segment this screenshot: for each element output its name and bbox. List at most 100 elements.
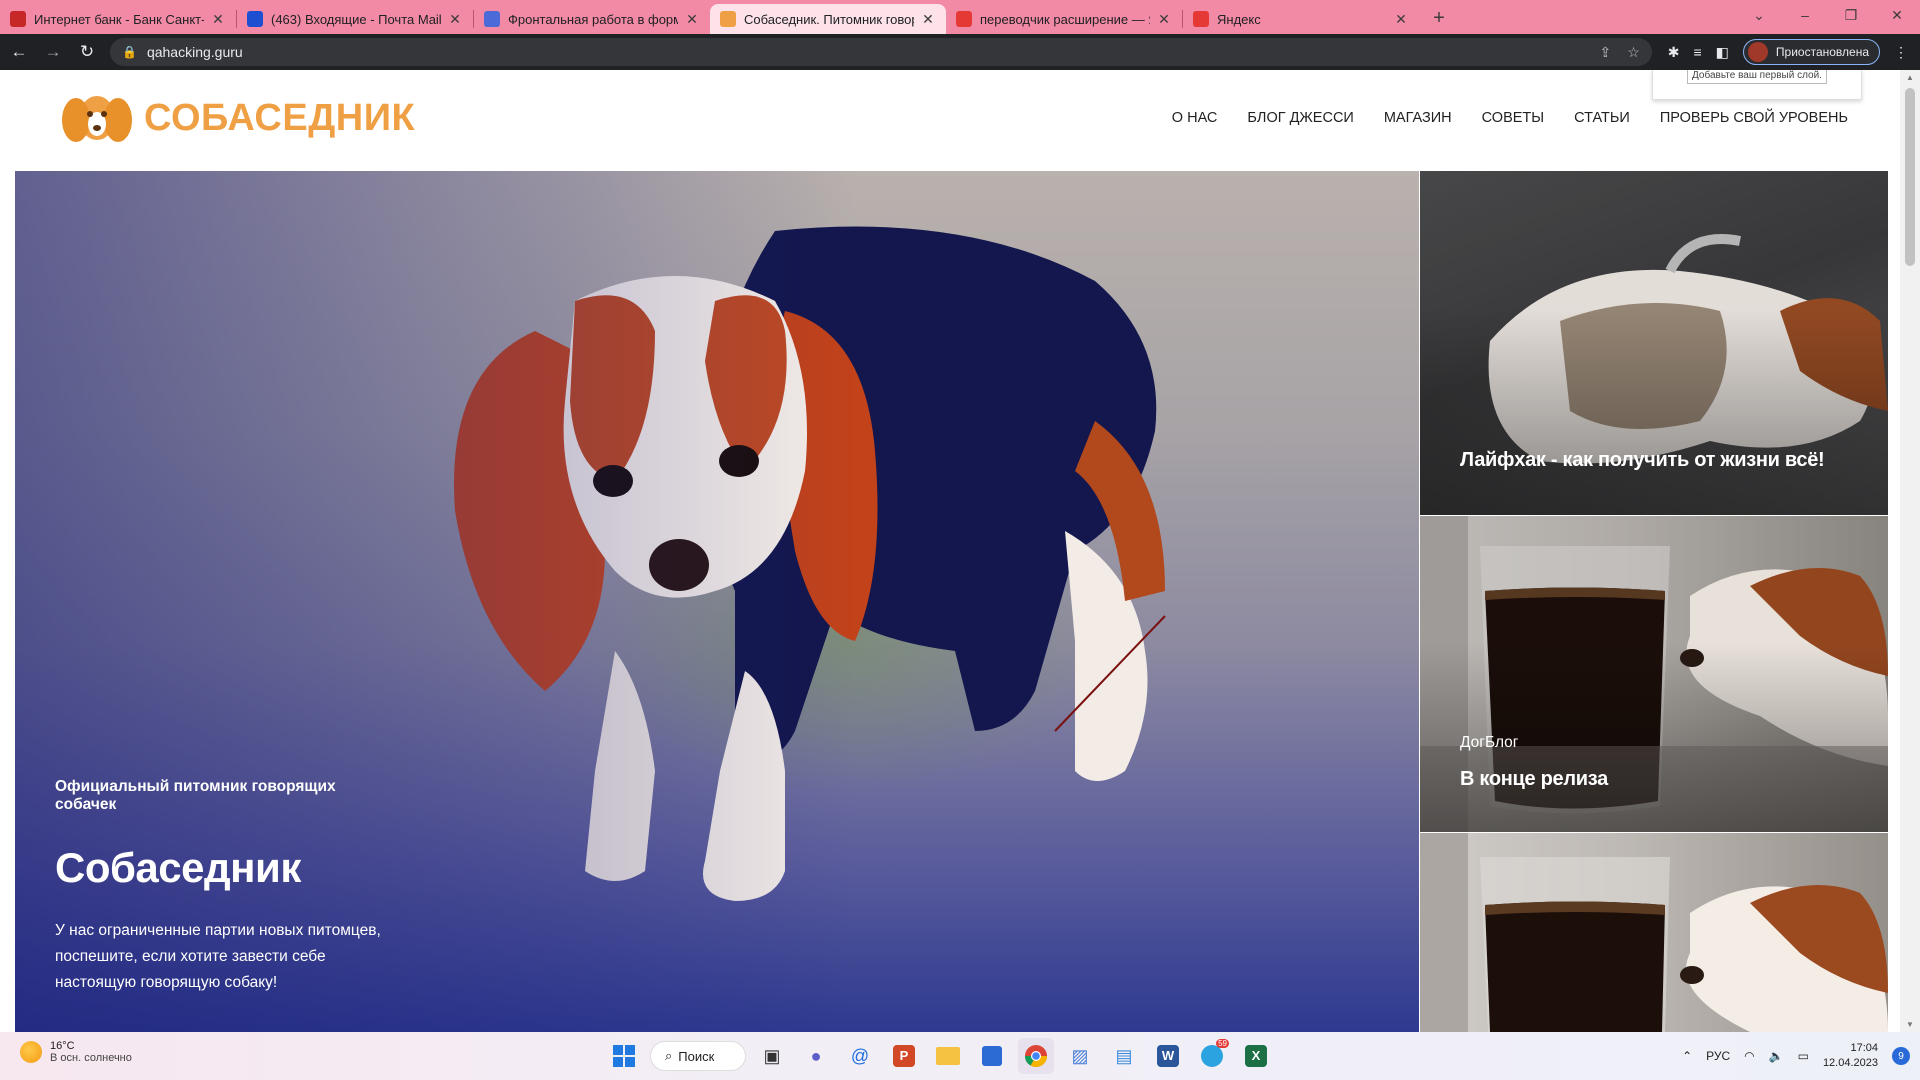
battery-icon[interactable]: ▭ bbox=[1798, 1049, 1809, 1063]
back-button[interactable]: ← bbox=[4, 37, 34, 67]
hero-banner[interactable]: Официальный питомник говорящих собачек С… bbox=[15, 171, 1419, 1032]
browser-tab[interactable]: Фронтальная работа в формате ✕ bbox=[474, 4, 710, 34]
search-icon: ⌕ bbox=[665, 1048, 673, 1063]
tab-close-icon[interactable]: ✕ bbox=[210, 11, 226, 28]
menu-item-shop[interactable]: МАГАЗИН bbox=[1384, 110, 1452, 126]
powerpoint-icon[interactable]: P bbox=[886, 1038, 922, 1074]
file-explorer-icon[interactable] bbox=[930, 1038, 966, 1074]
scroll-down-arrow-icon[interactable]: ▼ bbox=[1900, 1020, 1920, 1029]
menu-item-quiz[interactable]: ПРОВЕРЬ СВОЙ УРОВЕНЬ bbox=[1660, 110, 1848, 126]
photos-icon[interactable]: ▨ bbox=[1062, 1038, 1098, 1074]
side-panel-icon[interactable]: ◧ bbox=[1716, 44, 1729, 61]
wifi-icon[interactable]: ◠ bbox=[1744, 1049, 1754, 1063]
minimize-button[interactable]: – bbox=[1782, 0, 1828, 30]
reload-button[interactable]: ↻ bbox=[72, 37, 102, 67]
new-tab-button[interactable]: + bbox=[1425, 4, 1453, 32]
site-header: СОБАСЕДНИК О НАС БЛОГ ДЖЕССИ МАГАЗИН СОВ… bbox=[0, 70, 1900, 170]
card-image-coffee-dog bbox=[1420, 833, 1888, 1032]
clock-time: 17:04 bbox=[1850, 1042, 1878, 1054]
card-category[interactable]: ДогБлог bbox=[1460, 734, 1518, 752]
clock[interactable]: 17:04 12.04.2023 bbox=[1823, 1041, 1878, 1071]
language-indicator[interactable]: РУС bbox=[1706, 1049, 1730, 1063]
popup-text: Добавьте ваш первый слой. bbox=[1687, 70, 1827, 84]
url-text[interactable]: qahacking.guru bbox=[147, 44, 243, 60]
task-view-icon[interactable]: ▣ bbox=[754, 1038, 790, 1074]
site-logo[interactable]: СОБАСЕДНИК bbox=[54, 88, 415, 148]
profile-button[interactable]: Приостановлена bbox=[1742, 39, 1880, 65]
sun-icon bbox=[20, 1041, 42, 1063]
browser-tab[interactable]: Яндекс ✕ bbox=[1183, 4, 1419, 34]
mail-icon bbox=[247, 11, 263, 27]
browser-tab[interactable]: Собаседник. Питомник говорящ ✕ bbox=[710, 4, 946, 34]
tab-close-icon[interactable]: ✕ bbox=[1156, 11, 1172, 28]
reading-list-icon[interactable]: ≡ bbox=[1694, 44, 1702, 60]
taskbar-search[interactable]: ⌕ Поиск bbox=[650, 1041, 746, 1071]
tab-close-icon[interactable]: ✕ bbox=[920, 11, 936, 28]
post-card-release[interactable]: ДогБлог В конце релиза bbox=[1420, 516, 1888, 832]
logo-text: СОБАСЕДНИК bbox=[144, 96, 416, 139]
restore-button[interactable]: ❐ bbox=[1828, 0, 1874, 30]
tab-strip: Интернет банк - Банк Санкт-Пе ✕ (463) Вход… bbox=[0, 0, 1920, 34]
weather-temp: 16°C bbox=[50, 1040, 75, 1052]
tab-title: (463) Входящие - Почта Mail.ru bbox=[271, 11, 441, 27]
bank-icon bbox=[10, 11, 26, 27]
post-card-more[interactable] bbox=[1420, 833, 1888, 1032]
card-title[interactable]: Лайфхак - как получить от жизни всё! bbox=[1460, 449, 1825, 472]
hero-description: У нас ограниченные партии новых питомцев… bbox=[55, 922, 381, 991]
menu-item-about[interactable]: О НАС bbox=[1172, 110, 1218, 126]
paint-icon[interactable]: ▤ bbox=[1106, 1038, 1142, 1074]
tab-list: Интернет банк - Банк Санкт-Пе ✕ (463) Вход… bbox=[0, 4, 1419, 34]
yandex-icon bbox=[956, 11, 972, 27]
store-icon[interactable] bbox=[974, 1038, 1010, 1074]
teams-icon[interactable]: ● bbox=[798, 1038, 834, 1074]
menu-item-blog[interactable]: БЛОГ ДЖЕССИ bbox=[1247, 110, 1353, 126]
weather-widget[interactable]: 16°C В осн. солнечно bbox=[20, 1040, 132, 1064]
lock-icon[interactable]: 🔒 bbox=[122, 45, 137, 59]
yandex-icon bbox=[1193, 11, 1209, 27]
hero-title[interactable]: Собаседник bbox=[55, 844, 395, 892]
page-scrollbar[interactable]: ▲ ▼ bbox=[1900, 70, 1920, 1032]
tab-title: переводчик расширение — Ян bbox=[980, 11, 1150, 27]
excel-icon[interactable]: X bbox=[1238, 1038, 1274, 1074]
close-window-button[interactable]: ✕ bbox=[1874, 0, 1920, 30]
browser-tab[interactable]: (463) Входящие - Почта Mail.ru ✕ bbox=[237, 4, 473, 34]
tab-close-icon[interactable]: ✕ bbox=[447, 11, 463, 28]
menu-item-tips[interactable]: СОВЕТЫ bbox=[1482, 110, 1544, 126]
telegram-icon[interactable]: 59 bbox=[1194, 1038, 1230, 1074]
scroll-up-arrow-icon[interactable]: ▲ bbox=[1900, 73, 1920, 82]
extensions-icon[interactable]: ✱ bbox=[1668, 44, 1680, 61]
tray-overflow-icon[interactable]: ⌃ bbox=[1682, 1049, 1692, 1063]
chrome-icon[interactable] bbox=[1018, 1038, 1054, 1074]
notification-badge[interactable]: 9 bbox=[1892, 1047, 1910, 1065]
mail-ru-agent-icon[interactable]: @ bbox=[842, 1038, 878, 1074]
window-controls: ⌄ – ❐ ✕ bbox=[1736, 0, 1920, 30]
main-menu: О НАС БЛОГ ДЖЕССИ МАГАЗИН СОВЕТЫ СТАТЬИ … bbox=[1172, 110, 1848, 126]
address-bar[interactable]: 🔒 qahacking.guru ⇪ ☆ bbox=[110, 38, 1652, 66]
windows-start-icon[interactable] bbox=[606, 1038, 642, 1074]
bookmark-star-icon[interactable]: ☆ bbox=[1627, 44, 1640, 61]
forward-button[interactable]: → bbox=[38, 37, 68, 67]
menu-kebab-icon[interactable]: ⋮ bbox=[1894, 44, 1908, 61]
word-icon[interactable]: W bbox=[1150, 1038, 1186, 1074]
tab-close-icon[interactable]: ✕ bbox=[1393, 11, 1409, 28]
tab-title: Фронтальная работа в формате bbox=[508, 11, 678, 27]
extension-popup: Добавьте ваш первый слой. bbox=[1652, 70, 1862, 100]
tab-title: Собаседник. Питомник говорящ bbox=[744, 11, 914, 27]
share-icon[interactable]: ⇪ bbox=[1599, 44, 1611, 61]
tab-search-icon[interactable]: ⌄ bbox=[1736, 0, 1782, 30]
browser-tab[interactable]: переводчик расширение — Ян ✕ bbox=[946, 4, 1182, 34]
taskbar-apps: ⌕ Поиск ▣ ● @ P ▨ ▤ W 59 X bbox=[606, 1038, 1274, 1074]
menu-item-articles[interactable]: СТАТЬИ bbox=[1574, 110, 1630, 126]
tab-close-icon[interactable]: ✕ bbox=[684, 11, 700, 28]
telegram-badge: 59 bbox=[1216, 1039, 1229, 1048]
dog-icon bbox=[720, 11, 736, 27]
dog-logo-icon bbox=[62, 96, 132, 142]
volume-icon[interactable]: 🔈 bbox=[1769, 1049, 1784, 1063]
browser-tab[interactable]: Интернет банк - Банк Санкт-Пе ✕ bbox=[0, 4, 236, 34]
card-title[interactable]: В конце релиза bbox=[1460, 768, 1608, 791]
post-card-lifehack[interactable]: Лайфхак - как получить от жизни всё! bbox=[1420, 171, 1888, 515]
web-page: СОБАСЕДНИК О НАС БЛОГ ДЖЕССИ МАГАЗИН СОВ… bbox=[0, 70, 1920, 1032]
browser-toolbar: ← → ↻ 🔒 qahacking.guru ⇪ ☆ ✱ ≡ ◧ Приоста… bbox=[0, 34, 1920, 70]
search-label: Поиск bbox=[678, 1048, 715, 1064]
scrollbar-thumb[interactable] bbox=[1905, 88, 1915, 266]
